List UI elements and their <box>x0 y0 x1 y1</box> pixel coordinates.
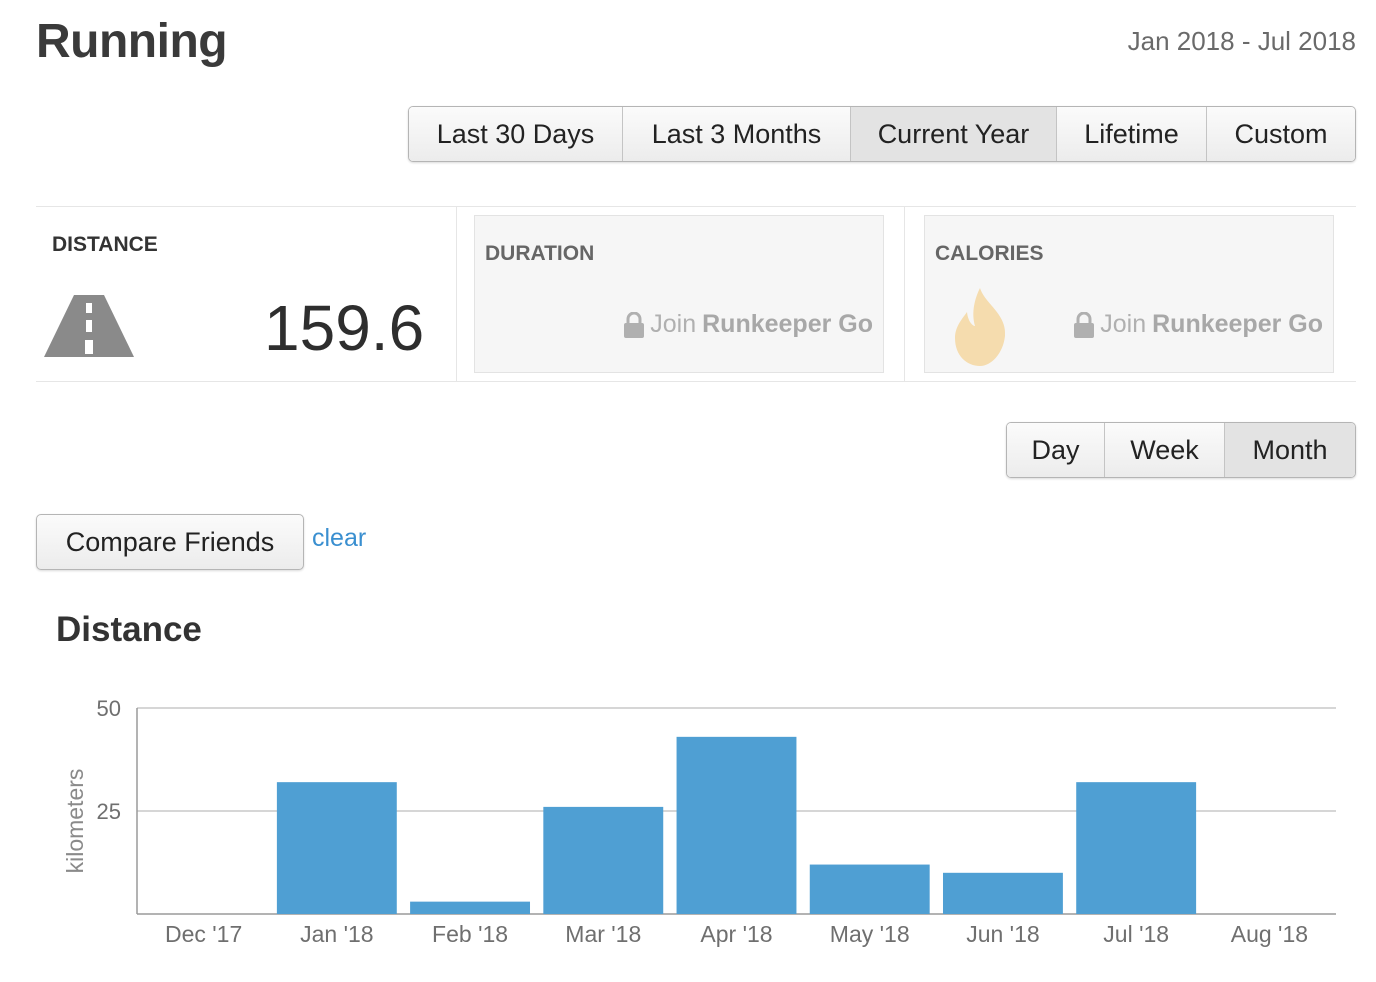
bar <box>676 736 797 914</box>
bar <box>809 864 930 914</box>
calories-stat: CALORIES Join Runkeeper Go <box>924 215 1334 373</box>
range-last-30-days-button[interactable]: Last 30 Days <box>409 107 623 161</box>
distance-value: 159.6 <box>264 292 425 364</box>
calories-join-brand: Runkeeper Go <box>1152 310 1323 338</box>
range-selector: Last 30 Days Last 3 Months Current Year … <box>408 106 1356 162</box>
date-range: Jan 2018 - Jul 2018 <box>1127 26 1356 56</box>
duration-join-prefix: Join <box>650 310 697 338</box>
lock-icon <box>624 311 645 338</box>
y-tick-label: 25 <box>97 799 121 824</box>
bar <box>1076 782 1197 914</box>
distance-chart: 25 50 kilometers Dec '17 Jan '18 Feb '18 Mar '… <box>62 696 1336 947</box>
x-tick-label: Mar '18 <box>565 921 641 947</box>
range-last-3-months-button[interactable]: Last 3 Months <box>623 107 851 161</box>
y-tick-label: 50 <box>97 696 121 721</box>
bar <box>543 806 664 914</box>
duration-label: DURATION <box>485 242 595 265</box>
compare-friends-button[interactable]: Compare Friends <box>36 514 304 570</box>
x-tick-label: Jul '18 <box>1103 921 1169 947</box>
stat-divider <box>456 207 457 381</box>
bar <box>276 782 397 914</box>
period-week-button[interactable]: Week <box>1105 423 1225 477</box>
x-tick-label: Jan '18 <box>300 921 373 947</box>
clear-link[interactable]: clear <box>312 524 366 553</box>
y-axis-label: kilometers <box>62 769 88 874</box>
x-tick-label: Dec '17 <box>165 921 242 947</box>
x-tick-label: Jun '18 <box>966 921 1039 947</box>
range-current-year-button[interactable]: Current Year <box>851 107 1057 161</box>
calories-label: CALORIES <box>935 242 1044 265</box>
distance-label: DISTANCE <box>52 233 158 256</box>
x-tick-label: May '18 <box>830 921 910 947</box>
lock-icon <box>1074 311 1095 338</box>
range-lifetime-button[interactable]: Lifetime <box>1057 107 1207 161</box>
period-selector: Day Week Month <box>1006 422 1356 478</box>
bar <box>942 872 1063 914</box>
x-tick-label: Apr '18 <box>700 921 772 947</box>
x-tick-label: Feb '18 <box>432 921 508 947</box>
flame-icon <box>955 288 1006 366</box>
bar <box>410 901 531 914</box>
road-icon <box>44 295 134 357</box>
period-month-button[interactable]: Month <box>1225 423 1355 477</box>
stats-row: DISTANCE 159.6 DURATION Join Runkeeper G… <box>36 206 1356 382</box>
duration-stat: DURATION Join Runkeeper Go <box>474 215 884 373</box>
chart-title: Distance <box>56 610 202 649</box>
calories-join-link[interactable]: Join Runkeeper Go <box>1074 310 1323 339</box>
stat-divider <box>904 207 905 381</box>
duration-join-link[interactable]: Join Runkeeper Go <box>624 310 873 339</box>
x-tick-label: Aug '18 <box>1231 921 1308 947</box>
duration-join-brand: Runkeeper Go <box>702 310 873 338</box>
page-title: Running <box>36 15 228 68</box>
range-custom-button[interactable]: Custom <box>1207 107 1355 161</box>
calories-join-prefix: Join <box>1100 310 1147 338</box>
period-day-button[interactable]: Day <box>1007 423 1105 477</box>
